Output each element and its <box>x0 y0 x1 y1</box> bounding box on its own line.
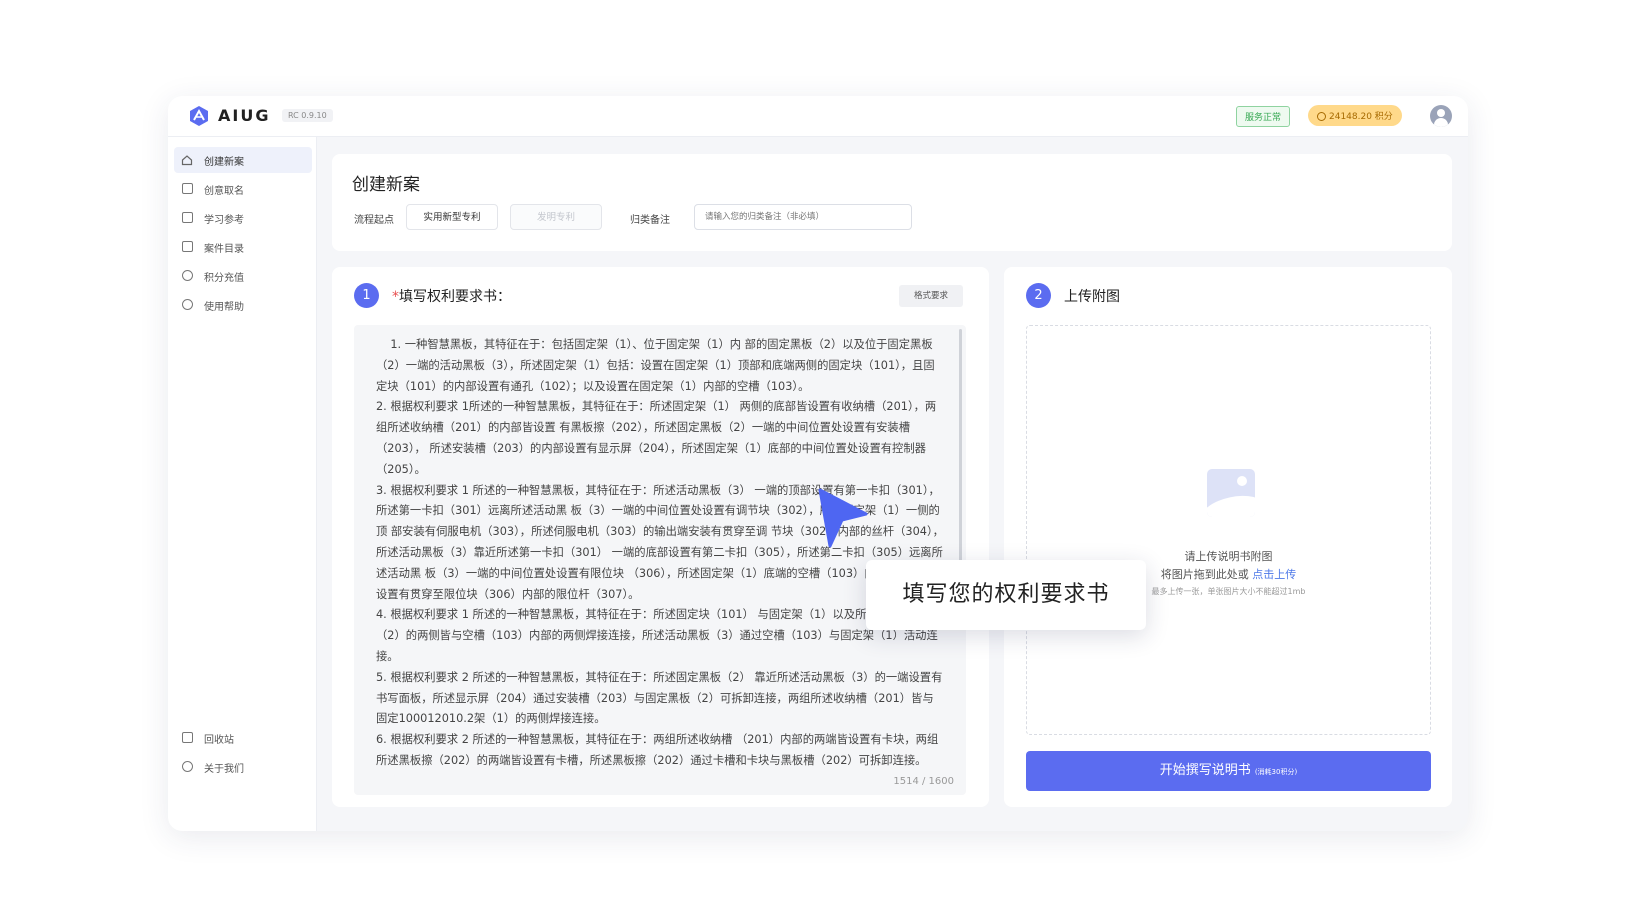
create-case-card: 创建新案 流程起点 实用新型专利 发明专利 归类备注 <box>332 154 1452 251</box>
folder-icon <box>182 241 193 252</box>
coin-icon <box>182 270 193 281</box>
help-icon <box>182 299 193 310</box>
claims-title: *填写权利要求书： <box>392 286 511 306</box>
sidebar-item-help[interactable]: 使用帮助 <box>174 292 312 318</box>
step-number: 1 <box>354 283 379 308</box>
click-upload-link[interactable]: 点击上传 <box>1252 568 1296 581</box>
cost-note: (消耗30积分) <box>1254 768 1298 776</box>
sidebar-item-naming[interactable]: 创意取名 <box>174 176 312 202</box>
sidebar-item-learning[interactable]: 学习参考 <box>174 205 312 231</box>
points-value: 24148.20 积分 <box>1329 112 1393 122</box>
sidebar-item-label: 回收站 <box>204 735 234 746</box>
image-placeholder-icon <box>1207 469 1255 517</box>
sidebar-item-label: 使用帮助 <box>204 302 244 313</box>
category-note-input[interactable] <box>694 204 912 230</box>
sidebar-item-trash[interactable]: 回收站 <box>174 725 312 751</box>
sidebar-item-label: 案件目录 <box>204 244 244 255</box>
coin-icon <box>1317 112 1326 121</box>
process-label: 流程起点 <box>354 215 394 226</box>
page-title: 创建新案 <box>352 175 420 195</box>
user-avatar[interactable] <box>1430 105 1452 127</box>
image-dropzone[interactable]: 请上传说明书附图 将图片拖到此处或 点击上传 最多上传一张，单张图片大小不能超过… <box>1026 325 1431 735</box>
sidebar: 创建新案 创意取名 学习参考 案件目录 积分充值 使用帮助 回收站 关于我们 <box>168 137 317 831</box>
tag-icon <box>182 183 193 194</box>
sidebar-item-recharge[interactable]: 积分充值 <box>174 263 312 289</box>
start-writing-button[interactable]: 开始撰写说明书 (消耗30积分) <box>1026 751 1431 791</box>
info-icon <box>182 761 193 772</box>
version-badge: RC 0.9.10 <box>282 109 333 122</box>
step-number: 2 <box>1026 283 1051 308</box>
sidebar-item-case-list[interactable]: 案件目录 <box>174 234 312 260</box>
top-bar: AIUG RC 0.9.10 服务正常 24148.20 积分 <box>168 96 1468 137</box>
note-label: 归类备注 <box>630 215 670 226</box>
claims-text: 1. 一种智慧黑板，其特征在于：包括固定架（1）、位于固定架（1）内 部的固定黑… <box>376 338 944 767</box>
required-mark: * <box>392 289 399 305</box>
claims-title-text: 填写权利要求书： <box>399 289 511 305</box>
sidebar-item-label: 创建新案 <box>204 157 244 168</box>
sidebar-item-about[interactable]: 关于我们 <box>174 754 312 780</box>
sidebar-item-label: 积分充值 <box>204 273 244 284</box>
logo-text: AIUG <box>218 106 271 125</box>
trash-icon <box>182 732 193 743</box>
hint-callout: 填写您的权利要求书 <box>866 560 1146 630</box>
utility-patent-option[interactable]: 实用新型专利 <box>406 204 498 230</box>
sidebar-item-create-case[interactable]: 创建新案 <box>174 147 312 173</box>
drag-text: 将图片拖到此处或 <box>1160 568 1249 581</box>
format-requirements-button[interactable]: 格式要求 <box>899 285 963 307</box>
app-window: AIUG RC 0.9.10 服务正常 24148.20 积分 创建新案 创意取… <box>168 96 1468 831</box>
book-icon <box>182 212 193 223</box>
claims-card: 1 *填写权利要求书： 格式要求 1. 一种智慧黑板，其特征在于：包括固定架（1… <box>332 267 989 807</box>
start-button-label: 开始撰写说明书 <box>1159 763 1251 778</box>
home-icon <box>181 155 193 166</box>
service-status-badge: 服务正常 <box>1236 106 1291 127</box>
upload-title: 上传附图 <box>1064 289 1120 305</box>
sidebar-item-label: 关于我们 <box>204 764 244 775</box>
points-balance[interactable]: 24148.20 积分 <box>1308 105 1402 126</box>
invention-patent-option[interactable]: 发明专利 <box>510 204 602 230</box>
upload-card: 2 上传附图 请上传说明书附图 将图片拖到此处或 点击上传 最多上传一张，单张图… <box>1004 267 1452 807</box>
cursor-arrow-icon <box>818 488 868 548</box>
character-counter: 1514 / 1600 <box>893 776 954 787</box>
sidebar-item-label: 学习参考 <box>204 215 244 226</box>
sidebar-item-label: 创意取名 <box>204 186 244 197</box>
logo-icon <box>190 106 208 126</box>
